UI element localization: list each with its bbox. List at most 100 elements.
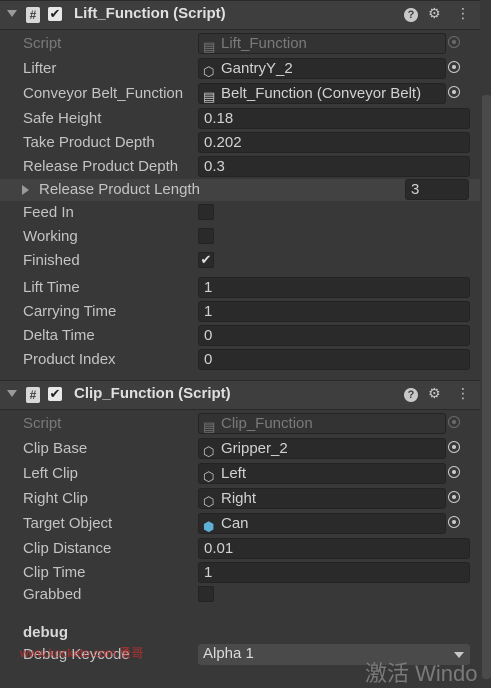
lifter-field[interactable]: ⬡ GantryY_2 bbox=[198, 58, 446, 79]
preset-settings-icon[interactable]: ⚙ bbox=[428, 385, 441, 402]
feed-in-label: Feed In bbox=[23, 204, 74, 221]
release-depth-input[interactable]: 0.3 bbox=[198, 156, 470, 177]
target-object-label: Target Object bbox=[23, 515, 113, 532]
help-icon[interactable]: ? bbox=[404, 388, 418, 402]
feed-in-row: Feed In bbox=[0, 202, 480, 224]
object-picker-icon[interactable] bbox=[448, 86, 460, 98]
clip-time-row: Clip Time 1 bbox=[0, 562, 480, 584]
conveyor-row: Conveyor Belt_Function ▤ Belt_Function (… bbox=[0, 83, 480, 105]
release-length-row[interactable]: Release Product Length 3 bbox=[0, 179, 480, 201]
carrying-time-input[interactable]: 1 bbox=[198, 301, 470, 322]
debug-section-header: debug bbox=[23, 624, 68, 641]
left-clip-field[interactable]: ⬡ Left bbox=[198, 463, 446, 484]
left-clip-label: Left Clip bbox=[23, 465, 79, 482]
carrying-time-label: Carrying Time bbox=[23, 303, 117, 320]
take-depth-input[interactable]: 0.202 bbox=[198, 132, 470, 153]
script-row: Script ▤ Clip_Function bbox=[0, 413, 480, 435]
expand-arrow-icon[interactable] bbox=[22, 185, 29, 195]
lift-time-input[interactable]: 1 bbox=[198, 277, 470, 298]
watermark-text: www.kocketo.com 勇哥 bbox=[20, 646, 144, 660]
right-clip-row: Right Clip ⬡ Right bbox=[0, 488, 480, 510]
product-index-row: Product Index 0 bbox=[0, 349, 480, 371]
finished-row: Finished ✔ bbox=[0, 250, 480, 272]
script-field: ▤ Clip_Function bbox=[198, 413, 446, 434]
lift-time-row: Lift Time 1 bbox=[0, 277, 480, 299]
script-label: Script bbox=[23, 35, 62, 52]
target-object-field[interactable]: ⬢ Can bbox=[198, 513, 446, 534]
lifter-row: Lifter ⬡ GantryY_2 bbox=[0, 58, 480, 80]
fold-arrow-icon[interactable] bbox=[7, 390, 17, 397]
script-label: Script bbox=[23, 415, 62, 432]
carrying-time-row: Carrying Time 1 bbox=[0, 301, 480, 323]
object-picker-icon[interactable] bbox=[448, 61, 460, 73]
vertical-scrollbar[interactable] bbox=[482, 95, 491, 679]
conveyor-field[interactable]: ▤ Belt_Function (Conveyor Belt) bbox=[198, 83, 446, 104]
script-asset-icon: ▤ bbox=[203, 39, 216, 54]
product-index-label: Product Index bbox=[23, 351, 116, 368]
clip-distance-label: Clip Distance bbox=[23, 540, 112, 557]
object-picker-icon[interactable] bbox=[448, 491, 460, 503]
right-clip-field[interactable]: ⬡ Right bbox=[198, 488, 446, 509]
script-icon: # bbox=[26, 7, 40, 23]
release-depth-label: Release Product Depth bbox=[23, 158, 179, 175]
context-menu-icon[interactable]: ⋮ bbox=[456, 5, 470, 22]
safe-height-label: Safe Height bbox=[23, 110, 102, 127]
product-index-input[interactable]: 0 bbox=[198, 349, 470, 370]
component-title: Clip_Function (Script) bbox=[74, 385, 231, 402]
gameobject-icon: ⬡ bbox=[203, 64, 215, 79]
finished-label: Finished bbox=[23, 252, 80, 269]
clip-distance-input[interactable]: 0.01 bbox=[198, 538, 470, 559]
grabbed-label: Grabbed bbox=[23, 586, 82, 603]
target-object-row: Target Object ⬢ Can bbox=[0, 513, 480, 535]
lift-time-label: Lift Time bbox=[23, 279, 80, 296]
release-length-size-input[interactable]: 3 bbox=[405, 179, 469, 200]
activate-windows-text: 激活 Windo bbox=[365, 661, 478, 686]
delta-time-input[interactable]: 0 bbox=[198, 325, 470, 346]
object-picker-icon bbox=[448, 36, 460, 48]
script-field: ▤ Lift_Function bbox=[198, 33, 446, 54]
context-menu-icon[interactable]: ⋮ bbox=[456, 385, 470, 402]
preset-settings-icon[interactable]: ⚙ bbox=[428, 5, 441, 22]
lifter-label: Lifter bbox=[23, 60, 57, 77]
object-picker-icon bbox=[448, 416, 460, 428]
take-depth-row: Take Product Depth 0.202 bbox=[0, 132, 480, 154]
clip-function-header[interactable]: # ✔ Clip_Function (Script) ? ⚙ ⋮ bbox=[0, 380, 480, 410]
clip-distance-row: Clip Distance 0.01 bbox=[0, 538, 480, 560]
lift-function-header[interactable]: # ✔ Lift_Function (Script) ? ⚙ ⋮ bbox=[0, 0, 480, 30]
script-icon: # bbox=[26, 387, 40, 403]
working-label: Working bbox=[23, 228, 78, 245]
clip-time-input[interactable]: 1 bbox=[198, 562, 470, 583]
component-title: Lift_Function (Script) bbox=[74, 5, 226, 22]
gameobject-icon: ⬡ bbox=[203, 469, 215, 484]
object-picker-icon[interactable] bbox=[448, 441, 460, 453]
safe-height-input[interactable]: 0.18 bbox=[198, 108, 470, 129]
release-length-label: Release Product Length bbox=[39, 181, 200, 198]
take-depth-label: Take Product Depth bbox=[23, 134, 155, 151]
script-asset-icon: ▤ bbox=[203, 419, 216, 434]
gameobject-icon: ⬡ bbox=[203, 444, 215, 459]
enabled-checkbox[interactable]: ✔ bbox=[48, 7, 62, 21]
safe-height-row: Safe Height 0.18 bbox=[0, 108, 480, 130]
grabbed-checkbox[interactable] bbox=[198, 586, 214, 602]
script-row: Script ▤ Lift_Function bbox=[0, 33, 480, 55]
enabled-checkbox[interactable]: ✔ bbox=[48, 387, 62, 401]
clip-base-label: Clip Base bbox=[23, 440, 88, 457]
right-clip-label: Right Clip bbox=[23, 490, 89, 507]
gameobject-icon: ⬡ bbox=[203, 494, 215, 509]
prefab-icon: ⬢ bbox=[203, 519, 215, 534]
object-picker-icon[interactable] bbox=[448, 516, 460, 528]
delta-time-label: Delta Time bbox=[23, 327, 95, 344]
feed-in-checkbox[interactable] bbox=[198, 204, 214, 220]
working-checkbox[interactable] bbox=[198, 228, 214, 244]
help-icon[interactable]: ? bbox=[404, 8, 418, 22]
object-picker-icon[interactable] bbox=[448, 466, 460, 478]
grabbed-row: Grabbed bbox=[0, 584, 480, 606]
release-depth-row: Release Product Depth 0.3 bbox=[0, 156, 480, 178]
clip-base-field[interactable]: ⬡ Gripper_2 bbox=[198, 438, 446, 459]
conveyor-label: Conveyor Belt_Function bbox=[23, 85, 184, 102]
fold-arrow-icon[interactable] bbox=[7, 10, 17, 17]
working-row: Working bbox=[0, 226, 480, 248]
finished-checkbox[interactable]: ✔ bbox=[198, 252, 214, 268]
script-asset-icon: ▤ bbox=[203, 89, 216, 104]
clip-time-label: Clip Time bbox=[23, 564, 86, 581]
